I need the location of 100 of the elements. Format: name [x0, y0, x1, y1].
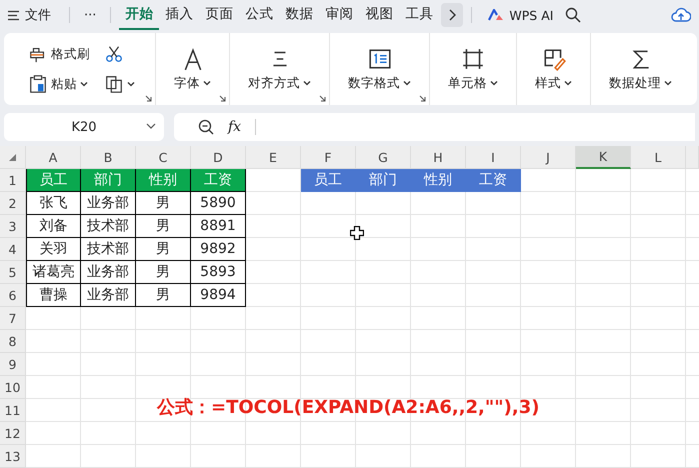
row-header[interactable]: 6 — [0, 284, 26, 307]
row-header[interactable]: 3 — [0, 215, 26, 238]
row-header[interactable]: 13 — [0, 445, 26, 468]
function-button[interactable]: fx — [228, 119, 242, 135]
caret-icon — [564, 80, 572, 86]
zoom-out-icon[interactable] — [198, 119, 214, 135]
table-cell: 男 — [136, 215, 191, 238]
table-header-cell: 性别 — [136, 169, 191, 192]
ribbon-tab[interactable]: 审阅 — [319, 0, 360, 30]
table-cell: 刘备 — [26, 215, 81, 238]
ribbon-tab[interactable]: 工具 — [399, 0, 440, 30]
ribbon-tab[interactable]: 数据 — [279, 0, 320, 30]
dropdown-icon — [146, 123, 156, 130]
file-menu[interactable]: 文件 — [25, 6, 51, 24]
caret-icon — [127, 81, 135, 87]
ribbon-button[interactable]: 数字格式 — [348, 74, 411, 92]
cloud-upload-icon[interactable] — [671, 6, 691, 24]
caret-icon — [664, 80, 672, 86]
table-cell: 业务部 — [81, 284, 136, 307]
column-header[interactable]: I — [466, 146, 521, 169]
name-box[interactable]: K20 — [4, 113, 164, 141]
scroll-tabs-button[interactable] — [441, 3, 464, 27]
table-header-cell: 员工 — [26, 169, 81, 192]
table-cell: 技术部 — [81, 215, 136, 238]
ribbon-tab[interactable]: 页面 — [199, 0, 240, 30]
number-format-icon — [368, 46, 392, 70]
column-header[interactable]: J — [521, 146, 576, 169]
table-header-cell: 工资 — [466, 169, 521, 192]
table-cell: 男 — [136, 192, 191, 215]
table-cell: 业务部 — [81, 192, 136, 215]
caret-icon — [303, 80, 311, 86]
caret-icon — [203, 80, 211, 86]
column-header[interactable]: B — [81, 146, 136, 169]
column-header[interactable]: D — [191, 146, 246, 169]
table-cell: 男 — [136, 284, 191, 307]
ribbon-button[interactable]: 样式 — [535, 74, 572, 92]
ribbon-button[interactable]: 单元格 — [448, 74, 498, 92]
wps-ai-button[interactable]: WPS AI — [480, 8, 562, 22]
ribbon-button[interactable]: 格式刷 — [26, 42, 92, 66]
scissors-icon — [104, 44, 124, 64]
table-header-cell: 员工 — [301, 169, 356, 192]
style-brush-icon — [542, 46, 566, 70]
ribbon-button[interactable]: 粘贴 — [26, 72, 92, 96]
column-header[interactable]: H — [411, 146, 466, 169]
column-header[interactable]: L — [631, 146, 686, 169]
ribbon-tab[interactable]: 视图 — [359, 0, 400, 30]
ribbon-button[interactable]: 数据处理 — [609, 74, 672, 92]
table-cell: 9894 — [191, 284, 246, 307]
menu-icon[interactable] — [8, 10, 19, 20]
table-cell: 曹操 — [26, 284, 81, 307]
row-header[interactable]: 5 — [0, 261, 26, 284]
copy-icon — [104, 74, 124, 94]
table-header-cell: 部门 — [81, 169, 136, 192]
ribbon-tab[interactable]: 插入 — [159, 0, 200, 30]
table-header-cell: 工资 — [191, 169, 246, 192]
table-cell: 业务部 — [81, 261, 136, 284]
caret-icon — [490, 80, 498, 86]
table-cell: 男 — [136, 261, 191, 284]
row-header[interactable]: 2 — [0, 192, 26, 215]
dialog-launcher-icon[interactable] — [145, 95, 152, 102]
caret-icon — [403, 80, 411, 86]
row-header[interactable]: 9 — [0, 353, 26, 376]
row-header[interactable]: 7 — [0, 307, 26, 330]
dialog-launcher-icon[interactable] — [219, 95, 226, 102]
table-cell: 技术部 — [81, 238, 136, 261]
ribbon-tab[interactable]: 开始 — [119, 0, 160, 30]
row-header[interactable]: 11 — [0, 399, 26, 422]
row-header[interactable]: 4 — [0, 238, 26, 261]
dialog-launcher-icon[interactable] — [319, 95, 326, 102]
ribbon-button[interactable]: 对齐方式 — [248, 74, 311, 92]
row-header[interactable]: 1 — [0, 169, 26, 192]
ai-logo-icon — [488, 9, 504, 21]
more-menu[interactable]: ··· — [78, 8, 102, 22]
row-header[interactable]: 12 — [0, 422, 26, 445]
search-icon[interactable] — [565, 7, 582, 23]
table-header-cell: 性别 — [411, 169, 466, 192]
ribbon-button[interactable]: 字体 — [174, 74, 211, 92]
table-cell: 5890 — [191, 192, 246, 215]
ribbon-tab[interactable]: 公式 — [239, 0, 280, 30]
formula-annotation: 公式：=TOCOL(EXPAND(A2:A6,,2,""),3) — [157, 396, 540, 419]
column-header[interactable]: F — [301, 146, 356, 169]
column-header[interactable]: C — [136, 146, 191, 169]
column-header[interactable]: E — [246, 146, 301, 169]
table-cell: 8891 — [191, 215, 246, 238]
caret-icon — [80, 81, 88, 87]
row-header[interactable]: 10 — [0, 376, 26, 399]
table-cell: 男 — [136, 238, 191, 261]
column-header[interactable]: G — [356, 146, 411, 169]
column-header[interactable]: A — [26, 146, 81, 169]
table-cell: 张飞 — [26, 192, 81, 215]
table-cell: 5893 — [191, 261, 246, 284]
select-all-icon[interactable] — [9, 154, 16, 160]
chevron-right-icon — [448, 9, 456, 21]
cell-icon — [461, 46, 485, 70]
column-header[interactable]: K — [576, 146, 631, 169]
dialog-launcher-icon[interactable] — [419, 95, 426, 102]
clipboard-icon — [28, 74, 48, 94]
row-header[interactable]: 8 — [0, 330, 26, 353]
table-cell: 关羽 — [26, 238, 81, 261]
table-header-cell: 部门 — [356, 169, 411, 192]
